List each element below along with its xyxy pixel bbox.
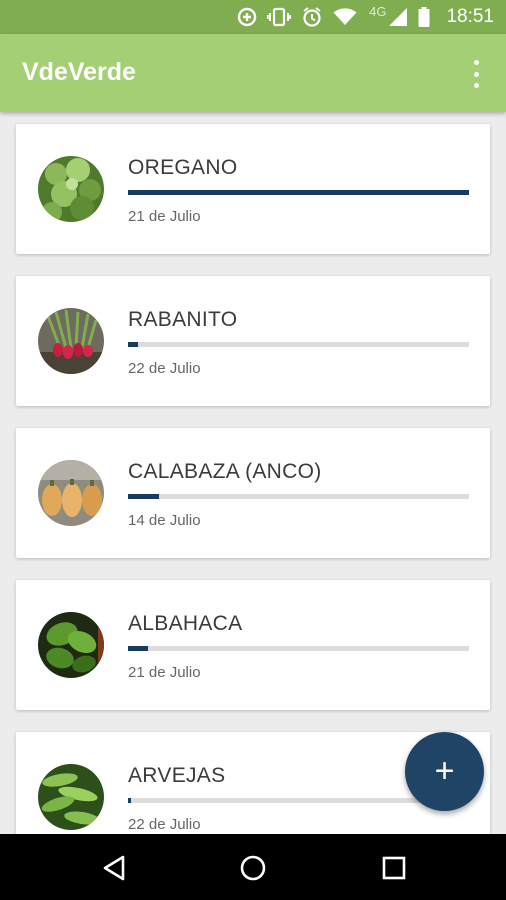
growth-progress-bar xyxy=(128,342,469,347)
home-icon[interactable] xyxy=(237,852,269,884)
growth-progress-bar xyxy=(128,190,469,195)
plant-date: 14 de Julio xyxy=(128,512,201,529)
plant-name: OREGANO xyxy=(128,156,238,179)
plant-name: CALABAZA (ANCO) xyxy=(128,460,322,483)
vibrate-icon xyxy=(267,0,292,34)
plant-card[interactable]: OREGANO 21 de Julio xyxy=(16,124,490,254)
plant-date: 21 de Julio xyxy=(128,208,201,225)
battery-icon xyxy=(418,0,430,34)
status-bar: 4G 18:51 xyxy=(0,0,506,34)
growth-progress-bar xyxy=(128,494,469,499)
plant-card[interactable]: CALABAZA (ANCO) 14 de Julio xyxy=(16,428,490,558)
plant-card[interactable]: RABANITO 22 de Julio xyxy=(16,276,490,406)
clock: 18:51 xyxy=(446,6,494,27)
add-plant-button[interactable]: + xyxy=(405,732,484,811)
app-title: VdeVerde xyxy=(22,58,136,86)
plant-list[interactable]: OREGANO 21 de Julio RABANITO 22 de Julio xyxy=(0,112,506,834)
plant-photo-peas xyxy=(38,764,104,830)
plant-photo-radish xyxy=(38,308,104,374)
network-type-label: 4G xyxy=(369,3,387,19)
growth-progress-fill xyxy=(128,494,159,499)
plant-date: 22 de Julio xyxy=(128,816,201,833)
recents-icon[interactable] xyxy=(378,852,410,884)
cellular-signal-icon xyxy=(388,0,408,34)
wifi-icon xyxy=(333,0,357,34)
plant-name: ARVEJAS xyxy=(128,764,226,787)
plant-date: 21 de Julio xyxy=(128,664,201,681)
back-icon[interactable] xyxy=(98,852,130,884)
growth-progress-fill xyxy=(128,798,132,803)
alarm-icon xyxy=(301,0,323,34)
growth-progress-fill xyxy=(128,646,149,651)
growth-progress-fill xyxy=(128,342,139,347)
data-saver-icon xyxy=(237,0,257,34)
plant-name: RABANITO xyxy=(128,308,238,331)
navigation-bar xyxy=(0,834,506,900)
growth-progress-bar xyxy=(128,646,469,651)
plant-date: 22 de Julio xyxy=(128,360,201,377)
plant-photo-squash xyxy=(38,460,104,526)
add-icon: + xyxy=(434,752,455,790)
plant-photo-basil xyxy=(38,612,104,678)
plant-card[interactable]: ALBAHACA 21 de Julio xyxy=(16,580,490,710)
plant-photo-oregano xyxy=(38,156,104,222)
plant-name: ALBAHACA xyxy=(128,612,243,635)
app-bar: VdeVerde xyxy=(0,34,506,112)
overflow-menu-icon[interactable] xyxy=(466,60,486,88)
growth-progress-fill xyxy=(128,190,469,195)
